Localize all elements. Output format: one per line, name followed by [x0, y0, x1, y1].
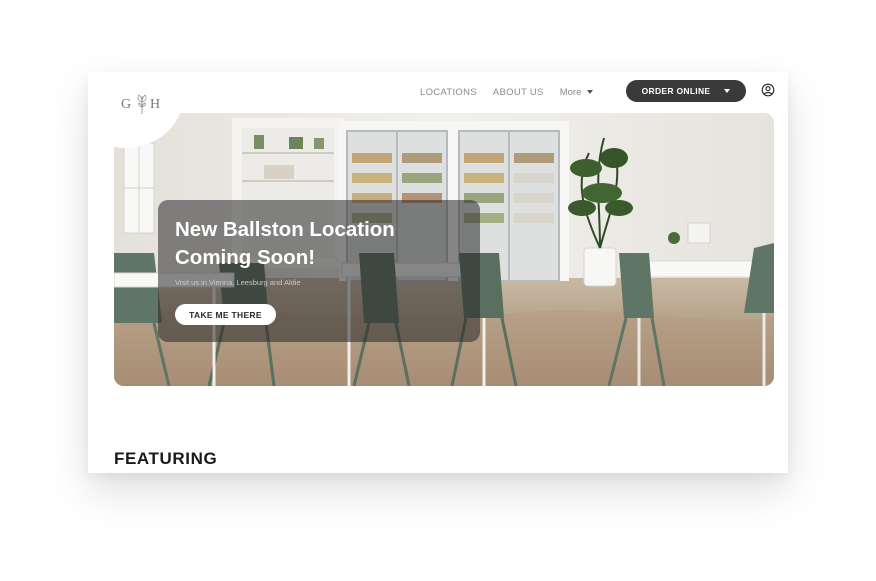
logo-letter-g: G	[121, 97, 132, 112]
leaf-icon	[137, 94, 147, 114]
take-me-there-button[interactable]: TAKE ME THERE	[175, 304, 276, 325]
browser-window: G H · · · LOCATIONS ABOUT US More ORDER …	[88, 72, 788, 473]
brand-logo[interactable]: G H · · ·	[121, 93, 165, 123]
order-online-button[interactable]: ORDER ONLINE	[626, 80, 746, 102]
user-circle-icon[interactable]	[761, 83, 775, 97]
order-online-label: ORDER ONLINE	[641, 86, 711, 96]
featuring-heading: FEATURING	[114, 449, 218, 468]
nav-locations[interactable]: LOCATIONS	[420, 87, 477, 98]
hero-title: New Ballston Location Coming Soon!	[175, 216, 475, 272]
logo-letter-h: H	[150, 97, 161, 112]
hero-title-line-2: Coming Soon!	[175, 246, 316, 269]
hero-title-line-1: New Ballston Location	[175, 218, 395, 241]
caret-down-icon	[587, 90, 594, 94]
hero-subtitle: Visit us in Vienna, Leesburg and Aldie	[175, 278, 301, 287]
nav-more-label: More	[559, 86, 582, 98]
logo-tagline: · · ·	[133, 115, 140, 119]
nav-more-dropdown[interactable]: More	[560, 87, 594, 98]
nav-about-us[interactable]: ABOUT US	[493, 87, 544, 98]
main-nav: LOCATIONS ABOUT US More	[420, 85, 594, 99]
caret-down-icon	[724, 89, 731, 93]
